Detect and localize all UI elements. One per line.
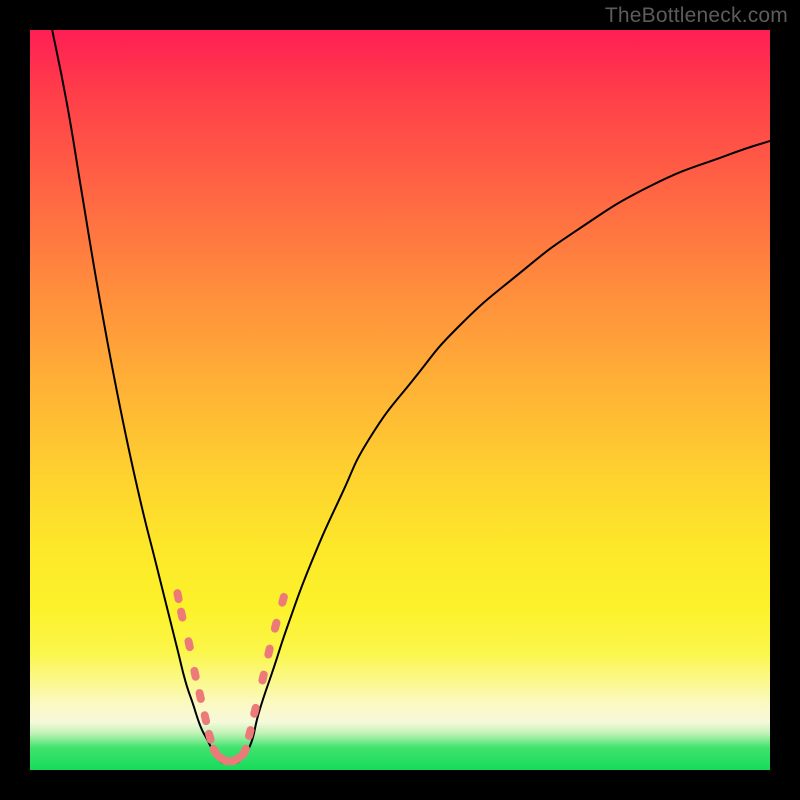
gradient-background xyxy=(30,30,770,770)
plot-area xyxy=(30,30,770,770)
watermark-text: TheBottleneck.com xyxy=(605,4,788,28)
chart-container: TheBottleneck.com xyxy=(0,0,800,800)
